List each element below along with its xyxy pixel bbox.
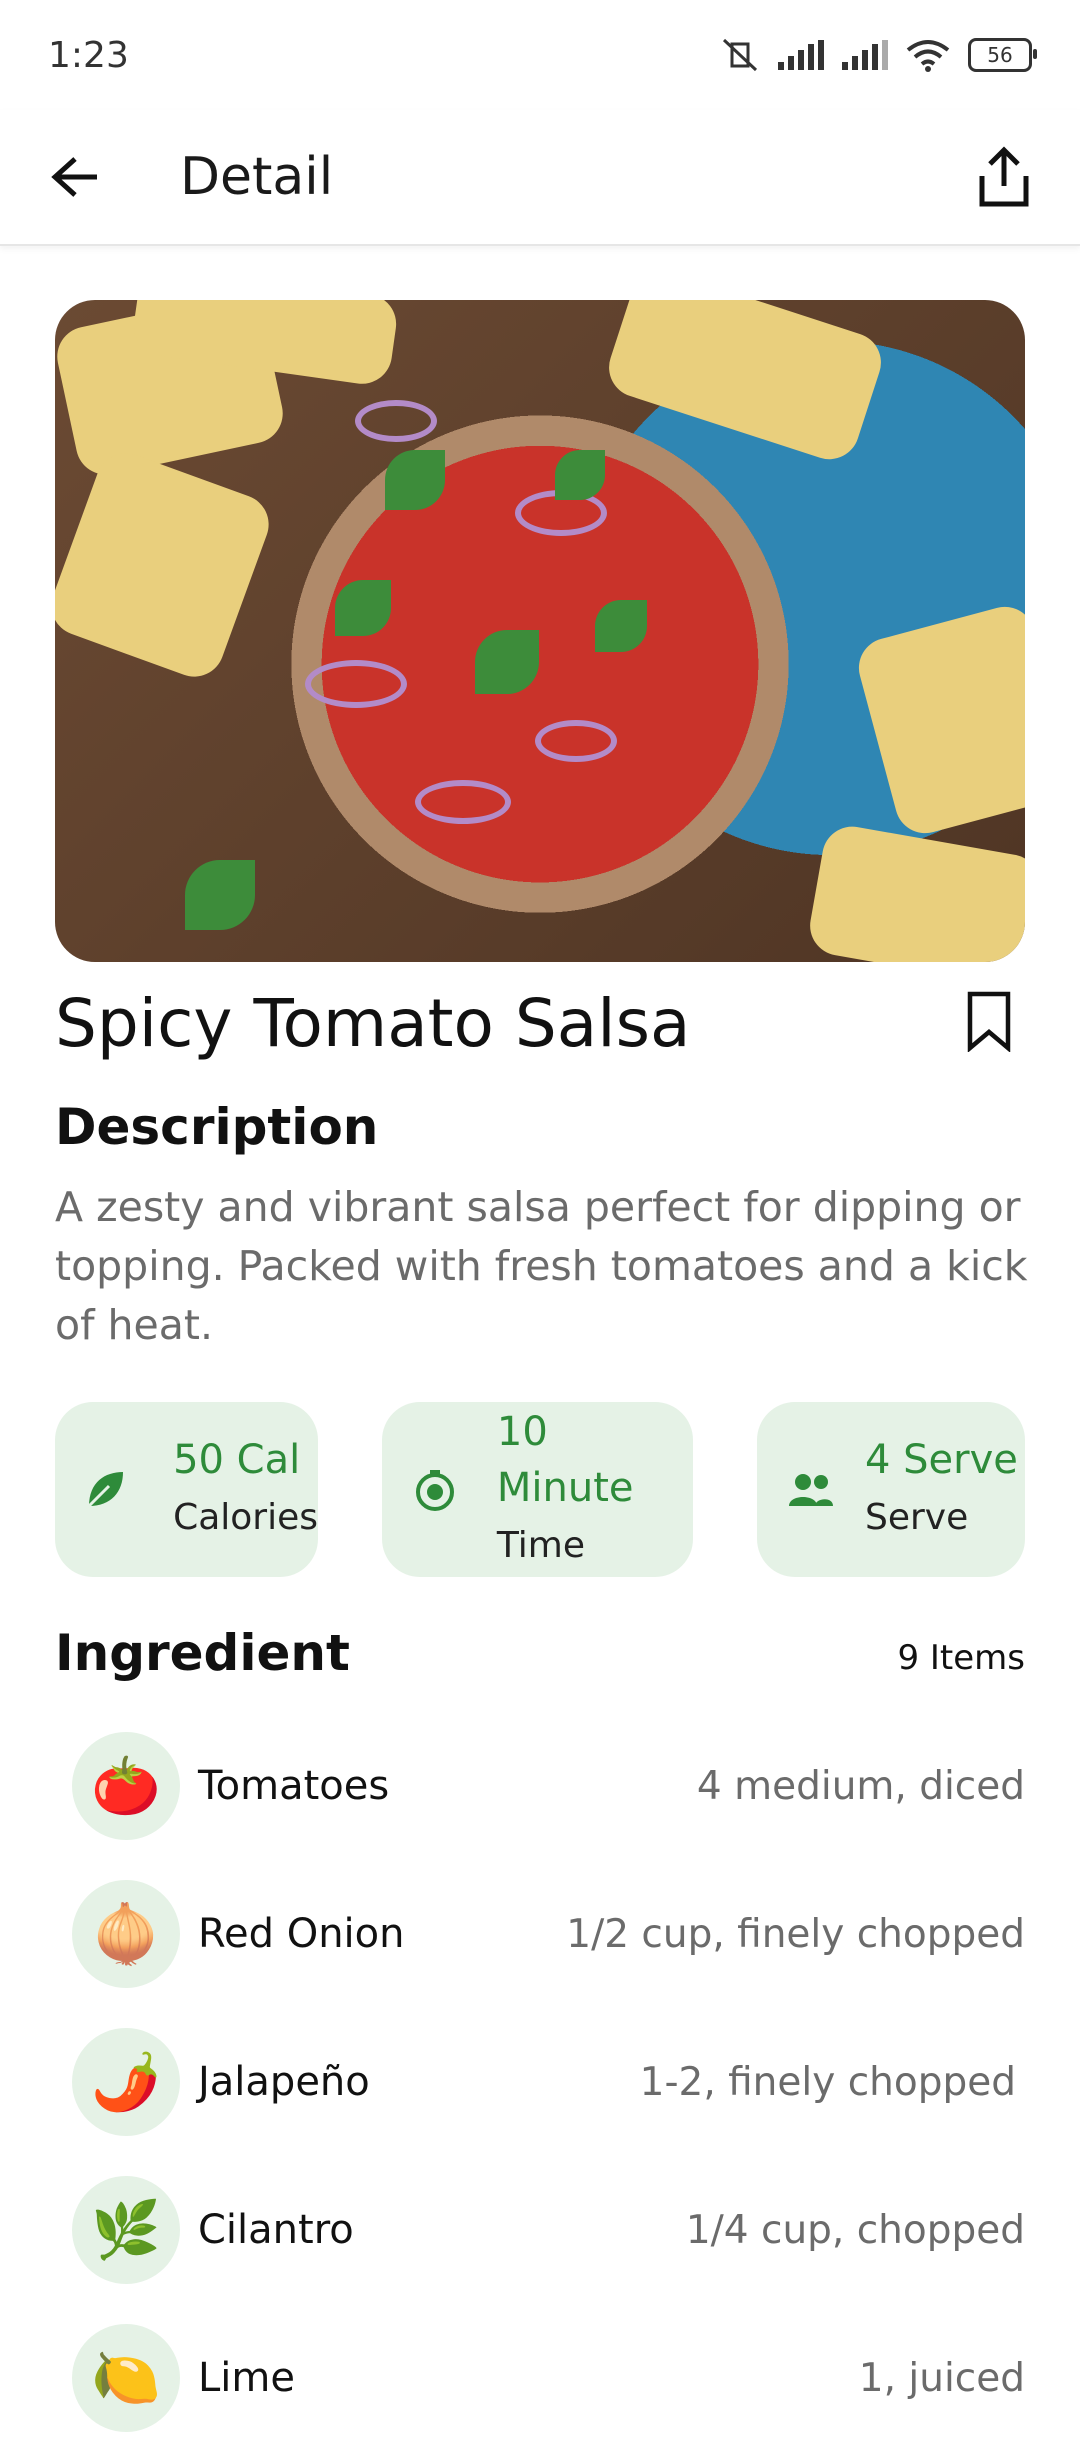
wifi-icon <box>906 40 950 72</box>
ingredient-list: 🍅 Tomatoes 4 medium, diced 🧅 Red Onion 1… <box>0 1712 1080 2452</box>
arrow-left-icon <box>51 157 97 197</box>
ingredient-name: Red Onion <box>198 1911 405 1957</box>
pepper-icon: 🌶️ <box>72 2028 180 2136</box>
stat-label: Time <box>496 1524 586 1566</box>
stat-value: 10 Minute <box>496 1408 634 1511</box>
bookmark-icon <box>967 991 1011 1052</box>
tomato-icon: 🍅 <box>72 1732 180 1840</box>
onion-icon: 🧅 <box>72 1880 180 1988</box>
back-button[interactable] <box>40 141 112 213</box>
ingredient-amount: 4 medium, diced <box>696 1763 1025 1809</box>
description-heading: Description <box>55 1098 379 1156</box>
herb-icon: 🌿 <box>72 2176 180 2284</box>
page-title: Detail <box>180 147 334 207</box>
status-icons: 56 <box>720 38 1037 72</box>
ingredient-row[interactable]: 🍋 Lime 1, juiced <box>0 2304 1080 2452</box>
share-button[interactable] <box>968 141 1040 213</box>
mute-vibrate-icon <box>722 38 758 72</box>
battery-icon: 56 <box>968 38 1037 72</box>
stat-value: 4 Serve <box>865 1436 1018 1483</box>
people-icon <box>789 1473 833 1506</box>
stat-time: 10 Minute Time <box>382 1402 693 1577</box>
timer-icon <box>416 1469 455 1511</box>
ingredient-amount: 1-2, finely chopped <box>639 2059 1016 2105</box>
lemon-icon: 🍋 <box>72 2324 180 2432</box>
ingredient-name: Lime <box>198 2355 295 2401</box>
leaf-icon <box>87 1471 124 1507</box>
stat-label: Calories <box>173 1496 318 1538</box>
signal-icon <box>778 40 824 70</box>
ingredient-count: 9 Items <box>897 1638 1025 1678</box>
bookmark-button[interactable] <box>953 985 1025 1057</box>
status-bar: 1:23 56 <box>0 0 1080 110</box>
ingredient-name: Cilantro <box>198 2207 354 2253</box>
battery-level: 56 <box>987 43 1013 67</box>
recipe-image <box>55 300 1025 962</box>
recipe-title: Spicy Tomato Salsa <box>55 985 691 1062</box>
ingredient-name: Jalapeño <box>198 2059 370 2105</box>
ingredient-row[interactable]: 🍅 Tomatoes 4 medium, diced <box>0 1712 1080 1860</box>
ingredient-amount: 1/4 cup, chopped <box>685 2207 1025 2253</box>
app-bar: Detail <box>0 110 1080 246</box>
stat-calories: 50 Cal Calories <box>55 1402 318 1577</box>
stat-serve: 4 Serve Serve <box>757 1402 1025 1577</box>
description-text: A zesty and vibrant salsa perfect for di… <box>55 1183 1028 1349</box>
ingredient-name: Tomatoes <box>198 1763 390 1809</box>
ingredient-amount: 1/2 cup, finely chopped <box>566 1911 1025 1957</box>
status-time: 1:23 <box>48 34 129 76</box>
ingredient-heading: Ingredient <box>55 1624 350 1682</box>
ingredient-amount: 1, juiced <box>858 2355 1025 2401</box>
share-icon <box>979 146 1029 207</box>
signal-icon-2 <box>842 40 888 70</box>
stat-label: Serve <box>865 1496 969 1538</box>
ingredient-row[interactable]: 🌿 Cilantro 1/4 cup, chopped <box>0 2156 1080 2304</box>
stat-value: 50 Cal <box>173 1436 301 1483</box>
ingredient-row[interactable]: 🧅 Red Onion 1/2 cup, finely chopped <box>0 1860 1080 2008</box>
ingredient-row[interactable]: 🌶️ Jalapeño 1-2, finely chopped <box>0 2008 1080 2156</box>
